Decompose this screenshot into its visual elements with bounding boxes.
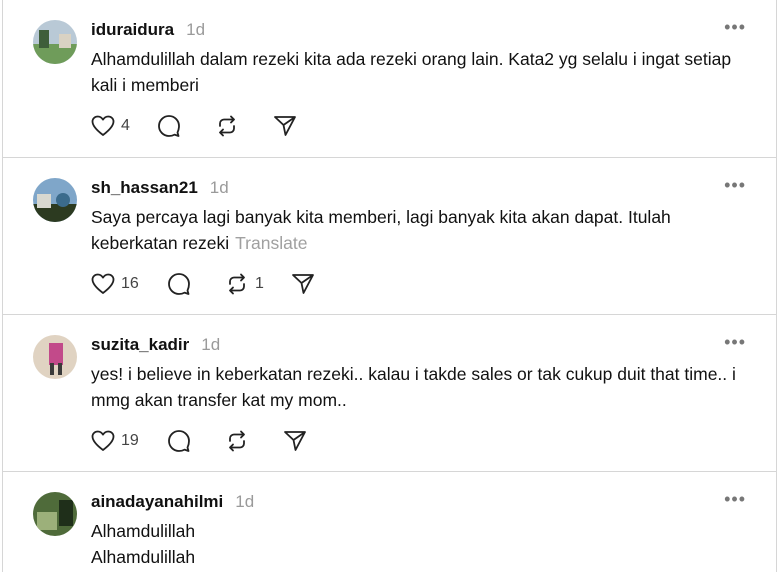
more-horizontal-icon[interactable]: ••• <box>724 333 746 351</box>
repost-icon <box>229 273 245 295</box>
send-icon <box>292 274 314 294</box>
share-button[interactable] <box>291 273 315 295</box>
send-icon <box>274 116 296 136</box>
send-icon <box>284 431 306 451</box>
post-text: Alhamdulillah Alhamdulillah <box>91 518 751 570</box>
repost-button[interactable] <box>215 114 273 138</box>
reply-post: iduraidura 1d ••• Alhamdulillah dalam re… <box>2 0 777 158</box>
like-count: 19 <box>121 432 139 449</box>
repost-icon <box>219 115 235 137</box>
avatar[interactable] <box>33 20 77 64</box>
comment-button[interactable] <box>167 429 225 453</box>
comment-button[interactable] <box>157 114 215 138</box>
post-text: Saya percaya lagi banyak kita memberi, l… <box>91 207 671 253</box>
repost-count: 1 <box>255 275 264 292</box>
share-button[interactable] <box>273 115 297 137</box>
like-button[interactable]: 4 <box>91 115 157 137</box>
like-button[interactable]: 16 <box>91 273 167 295</box>
more-horizontal-icon[interactable]: ••• <box>724 490 746 508</box>
post-text-line: Alhamdulillah <box>91 521 196 541</box>
more-horizontal-icon[interactable]: ••• <box>724 18 746 36</box>
avatar[interactable] <box>33 492 77 536</box>
repost-button[interactable] <box>225 429 283 453</box>
timestamp: 1d <box>201 335 221 354</box>
timestamp: 1d <box>235 492 255 511</box>
like-count: 16 <box>121 275 139 292</box>
like-count: 4 <box>121 117 130 134</box>
heart-icon <box>91 430 115 451</box>
heart-icon <box>91 273 115 294</box>
avatar[interactable] <box>33 178 77 222</box>
username[interactable]: sh_hassan21 <box>91 178 198 198</box>
heart-icon <box>91 115 115 136</box>
comment-button[interactable] <box>167 272 225 296</box>
reply-post: ainadayanahilmi 1d ••• Alhamdulillah Alh… <box>2 472 777 572</box>
post-text: Alhamdulillah dalam rezeki kita ada reze… <box>91 49 732 95</box>
username[interactable]: suzita_kadir <box>91 335 189 355</box>
comment-icon <box>168 430 190 452</box>
reply-post: suzita_kadir 1d ••• yes! i believe in ke… <box>2 315 777 472</box>
more-horizontal-icon[interactable]: ••• <box>724 176 746 194</box>
thread-feed: iduraidura 1d ••• Alhamdulillah dalam re… <box>0 0 780 572</box>
share-button[interactable] <box>283 430 307 452</box>
timestamp: 1d <box>209 178 229 197</box>
timestamp: 1d <box>186 20 206 39</box>
reply-post: sh_hassan21 1d ••• Saya percaya lagi ban… <box>2 158 777 315</box>
comment-icon <box>158 115 180 137</box>
repost-button[interactable]: 1 <box>225 272 291 296</box>
repost-icon <box>229 430 245 452</box>
username[interactable]: ainadayanahilmi <box>91 492 223 512</box>
post-text: yes! i believe in keberkatan rezeki.. ka… <box>91 364 736 410</box>
like-button[interactable]: 19 <box>91 430 167 452</box>
avatar[interactable] <box>33 335 77 379</box>
post-text-line: Alhamdulillah <box>91 547 196 567</box>
translate-link[interactable]: Translate <box>235 233 307 253</box>
comment-icon <box>168 273 190 295</box>
username[interactable]: iduraidura <box>91 20 174 40</box>
